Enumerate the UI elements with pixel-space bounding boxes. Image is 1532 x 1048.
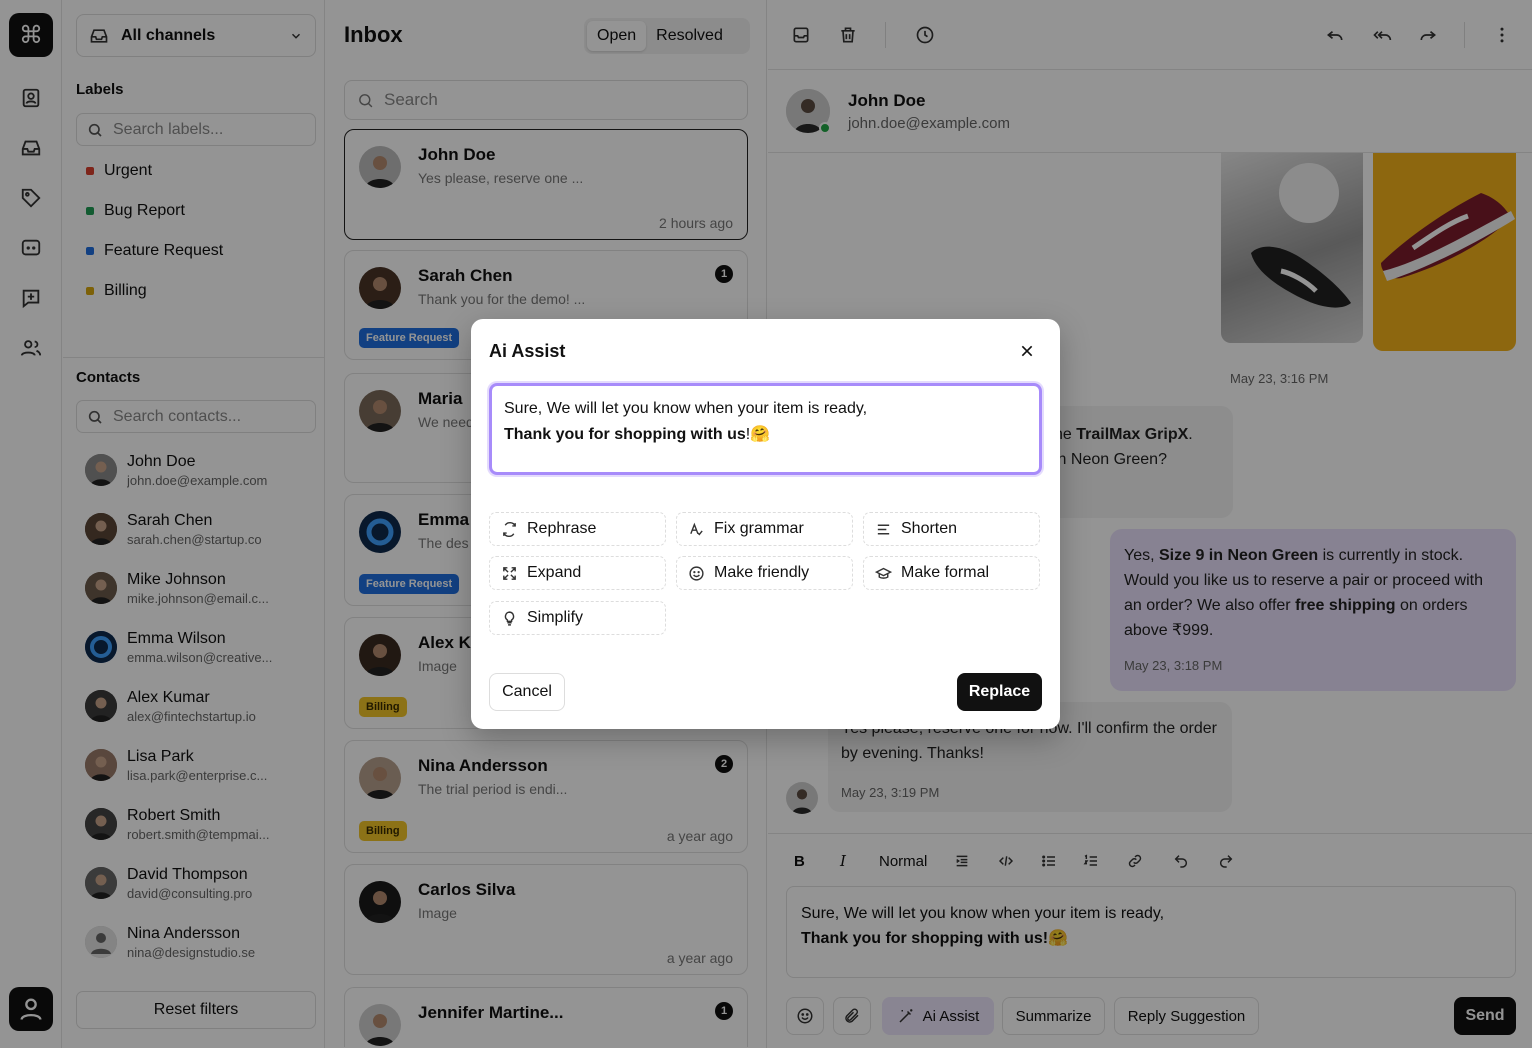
dialog-title: Ai Assist (489, 341, 566, 361)
ai-option-label: Shorten (901, 520, 958, 537)
ai-option-label: Make formal (901, 564, 990, 581)
ai-option-label: Rephrase (527, 520, 597, 537)
smile-icon (687, 564, 705, 582)
replace-button[interactable]: Replace (957, 673, 1042, 711)
expand-icon (500, 564, 518, 582)
ai-option-shorten[interactable]: Shorten (863, 512, 1040, 546)
refresh-icon (500, 520, 518, 538)
ai-option-simplify[interactable]: Simplify (489, 601, 666, 635)
ai-option-label: Make friendly (714, 564, 810, 581)
cancel-button[interactable]: Cancel (489, 673, 565, 711)
close-icon[interactable] (1017, 341, 1037, 361)
ai-option-expand[interactable]: Expand (489, 556, 666, 590)
ai-option-label: Expand (527, 564, 582, 581)
ai-option-make-formal[interactable]: Make formal (863, 556, 1040, 590)
ai-text-area[interactable]: Sure, We will let you know when your ite… (489, 383, 1042, 475)
ai-option-label: Simplify (527, 609, 584, 626)
hugging-emoji: 🤗 (750, 426, 771, 443)
ai-option-fix-grammar[interactable]: Fix grammar (676, 512, 853, 546)
ai-assist-dialog: Ai Assist Sure, We will let you know whe… (471, 319, 1060, 729)
ai-option-label: Fix grammar (714, 520, 804, 537)
text-area-bold-line: Thank you for shopping with us (504, 426, 746, 443)
lightbulb-icon (500, 609, 518, 627)
ai-option-make-friendly[interactable]: Make friendly (676, 556, 853, 590)
align-left-icon (874, 520, 892, 538)
spell-check-icon (687, 520, 705, 538)
ai-option-rephrase[interactable]: Rephrase (489, 512, 666, 546)
graduation-cap-icon (874, 564, 892, 582)
text-area-line: Sure, We will let you know when your ite… (504, 400, 868, 417)
